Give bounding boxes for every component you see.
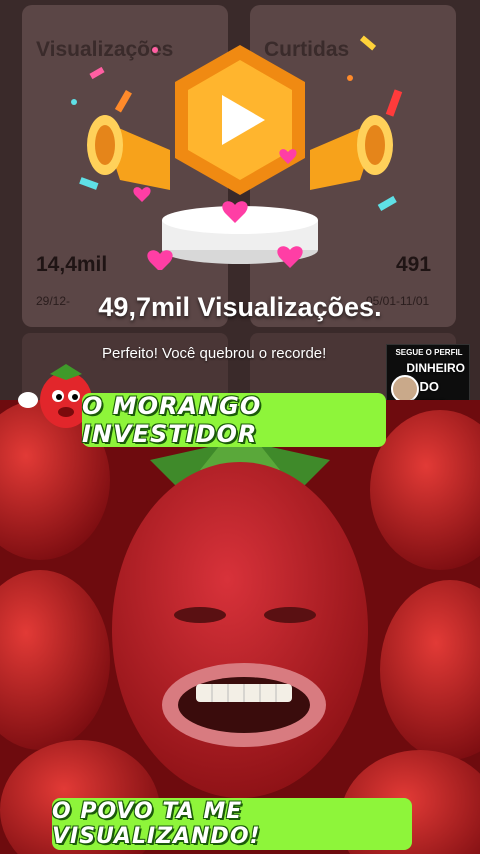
badge-line-1: DINHEIRO <box>406 361 465 375</box>
record-message: Perfeito! Você quebrou o recorde! <box>102 345 327 362</box>
trophy-play-icon <box>71 35 403 270</box>
video-frame: Visualizações Curtidas 14,4mil 491 29/12… <box>0 0 480 854</box>
badge-top-text: SEGUE O PERFIL <box>395 348 463 357</box>
badge-line-2: DO <box>419 379 440 394</box>
title-banner-text: O MORANGO INVESTIDOR <box>82 392 262 448</box>
title-banner: O MORANGO INVESTIDOR <box>82 392 386 448</box>
megaphone-icon <box>87 115 170 190</box>
caption-banner-text: O POVO TA ME VISUALIZANDO! <box>52 799 261 849</box>
caption-banner: O POVO TA ME VISUALIZANDO! <box>52 798 412 850</box>
views-headline: 49,7mil Visualizações. <box>98 292 382 322</box>
strawberry-face <box>0 400 480 854</box>
